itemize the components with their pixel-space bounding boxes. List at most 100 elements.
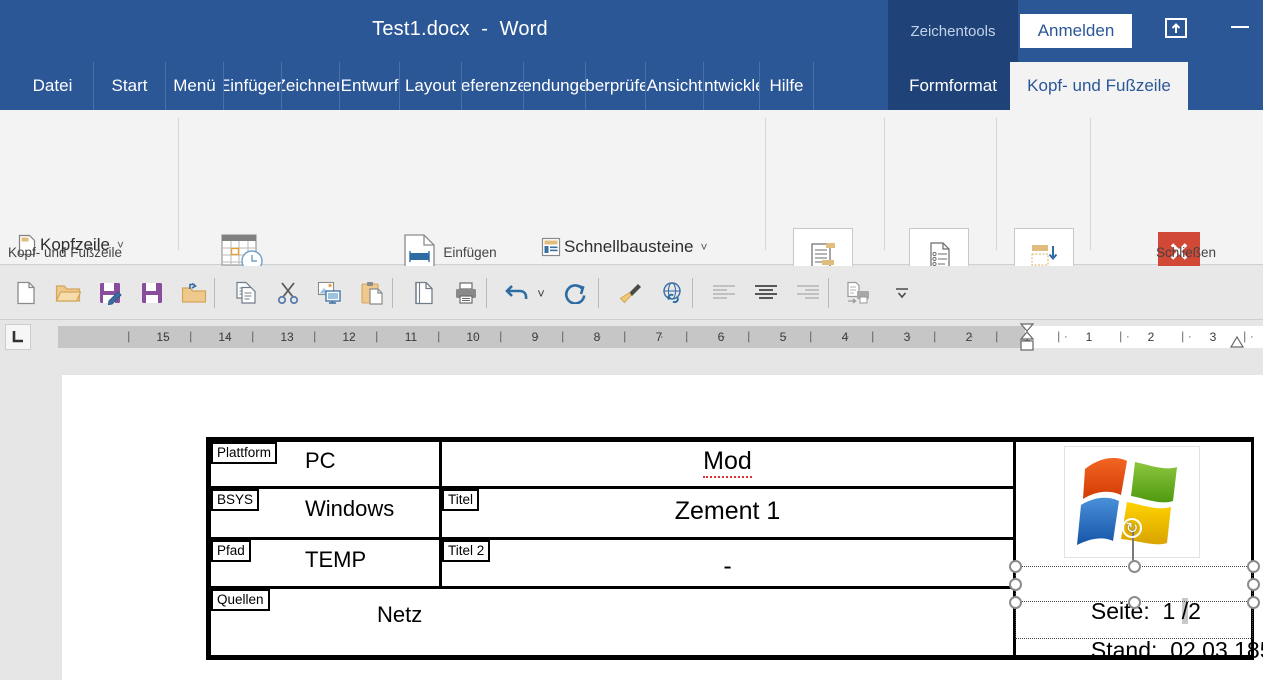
save-as-icon[interactable] <box>92 275 128 311</box>
sign-in-button[interactable]: Anmelden <box>1020 14 1132 48</box>
table-value-titel: Zement 1 <box>674 497 781 525</box>
tab-kopf-und-fusszeile[interactable]: Kopf- und Fußzeile <box>1010 62 1188 110</box>
ruler-label: 1 <box>1085 330 1093 344</box>
ruler-label: 7 <box>655 330 663 344</box>
ruler-label: 5 <box>779 330 787 344</box>
tab-sendungen[interactable]: Sendungen <box>524 62 586 110</box>
ribbon-label-schnellbausteine: Schnellbausteine <box>564 237 694 256</box>
export-folder-icon[interactable] <box>176 275 212 311</box>
quick-access-toolbar: ˅ <box>0 266 1263 320</box>
insert-picture-icon[interactable] <box>312 275 348 311</box>
ruler-label: 10 <box>466 330 480 344</box>
selection-handle[interactable] <box>1247 560 1260 573</box>
ribbon: Kopfzeile ˅ Fußzeile ˅ # Seitenzahl ˅ <box>0 110 1263 345</box>
field-label-stand: Stand: 02.03.1856 <box>1027 610 1263 680</box>
group-separator <box>178 118 179 250</box>
tab-layout[interactable]: Layout <box>400 62 462 110</box>
document-canvas[interactable]: Plattform PC BSYS Windows Pfad TEMP Quel… <box>0 355 1263 680</box>
tab-ansicht[interactable]: Ansicht <box>646 62 704 110</box>
ribbon-button-schnellbausteine[interactable]: Schnellbausteine ˅ <box>538 232 708 262</box>
selection-handle[interactable] <box>1128 560 1141 573</box>
tab-entwickler[interactable]: Entwickler <box>704 62 760 110</box>
selection-handle[interactable] <box>1247 596 1260 609</box>
tab-stop-left-icon[interactable] <box>5 324 31 350</box>
selection-handle[interactable] <box>1128 596 1141 609</box>
header-table[interactable]: Plattform PC BSYS Windows Pfad TEMP Quel… <box>206 437 1263 663</box>
ruler-label: 8 <box>593 330 601 344</box>
ruler-label: 2 <box>1147 330 1155 344</box>
word-window: Test1.docx - Word Zeichentools Anmelden … <box>0 0 1263 680</box>
ruler-label: 6 <box>717 330 725 344</box>
selection-handle[interactable] <box>1009 596 1022 609</box>
toolbar-separator <box>214 278 215 308</box>
tab-datei[interactable]: Datei <box>12 62 94 110</box>
paste-icon[interactable] <box>354 275 390 311</box>
ruler-label: 3 <box>903 330 911 344</box>
selection-handle[interactable] <box>1009 560 1022 573</box>
table-cell-quellen[interactable] <box>209 587 1015 657</box>
table-value-plattform: PC <box>305 448 336 473</box>
group-separator <box>765 118 766 250</box>
tab-ueberpruefen[interactable]: Überprüfen <box>586 62 646 110</box>
rotation-handle-icon[interactable]: ↻ <box>1122 518 1142 538</box>
toolbar-overflow-icon[interactable] <box>884 275 920 311</box>
print-preview-icon[interactable] <box>406 275 442 311</box>
contextual-tools-label: Zeichentools <box>888 0 1018 62</box>
cut-icon[interactable] <box>270 275 306 311</box>
document-page[interactable]: Plattform PC BSYS Windows Pfad TEMP Quel… <box>62 375 1263 680</box>
field-stand-label: Stand: <box>1090 637 1158 663</box>
table-value-pfad: TEMP <box>305 547 367 572</box>
document-title: Test1.docx - Word <box>372 18 548 40</box>
table-value-titel2: - <box>723 552 732 580</box>
ruler-label: 12 <box>342 330 356 344</box>
horizontal-ruler[interactable]: 15 14 13 12 11 10 9 8 7 6 5 4 3 2 1 1 2 … <box>58 326 1263 348</box>
tab-menue[interactable]: Menü <box>166 62 224 110</box>
table-tag-plattform: Plattform <box>211 442 278 464</box>
new-document-icon[interactable] <box>8 275 44 311</box>
ruler-label: 13 <box>280 330 294 344</box>
toolbar-separator <box>392 278 393 308</box>
minimize-button[interactable] <box>1218 10 1262 44</box>
print-icon[interactable] <box>448 275 484 311</box>
selection-handle[interactable] <box>1247 578 1260 591</box>
toolbar-separator <box>598 278 599 308</box>
ruler-label: 3 <box>1209 330 1217 344</box>
tab-entwurf[interactable]: Entwurf <box>340 62 400 110</box>
mail-merge-icon <box>840 275 876 311</box>
tab-zeichnen[interactable]: Zeichnen <box>282 62 340 110</box>
group-separator <box>996 118 997 250</box>
tab-referenzen[interactable]: Referenzen <box>462 62 524 110</box>
ruler-label: 15 <box>156 330 170 344</box>
ruler-label: 2 <box>965 330 973 344</box>
table-tag-quellen: Quellen <box>211 589 270 611</box>
toolbar-separator <box>828 278 829 308</box>
group-separator <box>1090 118 1091 250</box>
format-painter-icon[interactable] <box>612 275 648 311</box>
align-center-icon[interactable] <box>748 275 784 311</box>
save-icon[interactable] <box>134 275 170 311</box>
align-right-icon <box>790 275 826 311</box>
redo-icon[interactable] <box>558 275 594 311</box>
ribbon-group-label-schliessen: Schließen <box>1155 245 1217 260</box>
table-value-bsys: Windows <box>305 496 395 521</box>
tab-start[interactable]: Start <box>94 62 166 110</box>
tab-hilfe[interactable]: Hilfe <box>760 62 814 110</box>
tab-formformat[interactable]: Formformat <box>888 62 1018 110</box>
right-indent-marker-icon[interactable] <box>1228 336 1246 350</box>
title-bar: Test1.docx - Word Zeichentools Anmelden <box>0 0 1263 62</box>
undo-dropdown-icon[interactable]: ˅ <box>530 275 552 311</box>
selection-handle[interactable] <box>1009 578 1022 591</box>
hyperlink-icon[interactable] <box>654 275 690 311</box>
align-left-icon <box>706 275 742 311</box>
table-value-mod: Mod <box>440 447 1015 478</box>
chevron-down-icon[interactable]: ˅ <box>700 240 707 254</box>
open-folder-icon[interactable] <box>50 275 86 311</box>
indent-marker-icon[interactable] <box>1018 322 1036 356</box>
ribbon-group-label-einfuegen: Einfügen <box>443 245 497 260</box>
toolbar-separator <box>486 278 487 308</box>
ruler-label: 9 <box>531 330 539 344</box>
copy-icon[interactable] <box>228 275 264 311</box>
tab-einfuegen[interactable]: Einfügen <box>224 62 282 110</box>
ribbon-display-options-icon[interactable] <box>1158 12 1194 44</box>
ruler-label: 4 <box>841 330 849 344</box>
